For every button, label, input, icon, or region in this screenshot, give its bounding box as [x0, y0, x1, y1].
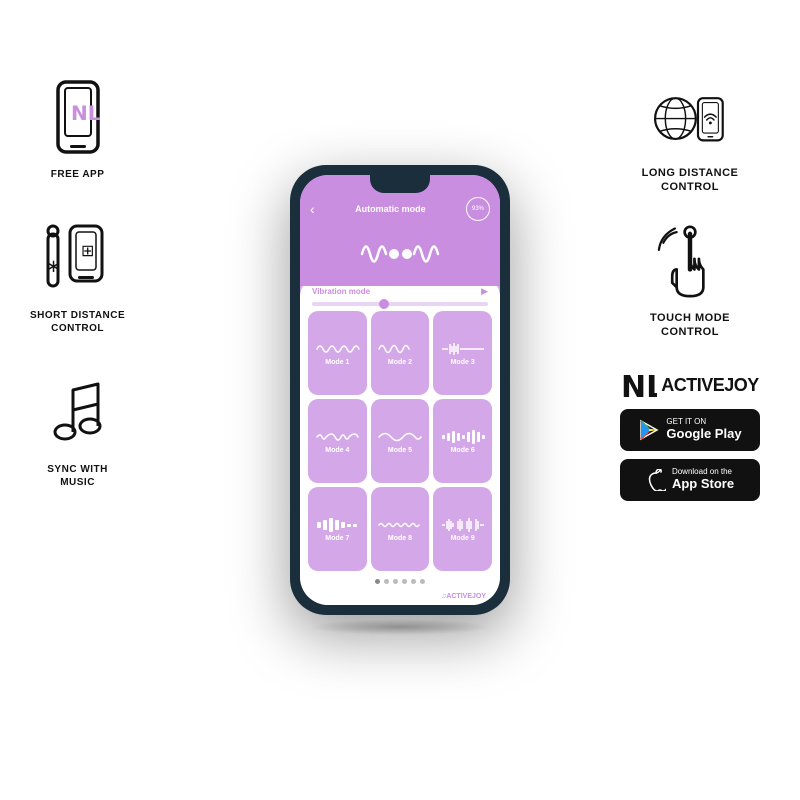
google-play-text: GET IT ON Google Play [666, 418, 741, 442]
phone-outer: ‹ Automatic mode 93% [290, 165, 510, 615]
brand-store-section: 𝗡𝗟 ACTIVEJOY GET IT ON Google Play [620, 369, 760, 501]
dot-2 [384, 579, 389, 584]
battery-indicator: 93% [466, 197, 490, 221]
music-icon [38, 375, 118, 455]
mode-4-button[interactable]: Mode 4 [308, 399, 367, 483]
left-features: 𝗡𝗟 FREE APP ∗ [30, 80, 125, 489]
svg-text:𝗡𝗟: 𝗡𝗟 [621, 371, 657, 401]
phone-brand-label: ♫ACTIVEJOY [308, 592, 492, 601]
mode-9-button[interactable]: Mode 9 [433, 487, 492, 571]
page: 𝗡𝗟 FREE APP ∗ [0, 0, 800, 800]
mode-6-button[interactable]: Mode 6 [433, 399, 492, 483]
touch-mode-icon [650, 225, 730, 305]
phone-shadow [310, 619, 490, 635]
vibration-mode-row: Vibration mode ▶ [308, 286, 492, 297]
modes-grid: Mode 1 Mode 2 [308, 311, 492, 571]
app-store-button[interactable]: Download on the App Store [620, 459, 760, 501]
mode-3-button[interactable]: Mode 3 [433, 311, 492, 395]
right-features: LONG DISTANCECONTROL TOUCH MODECONTR [600, 80, 780, 501]
dot-1 [375, 579, 380, 584]
svg-text:𝗡𝗟: 𝗡𝗟 [71, 103, 101, 125]
mode-8-button[interactable]: Mode 8 [371, 487, 430, 571]
brand-name: ACTIVEJOY [661, 375, 759, 396]
feature-sync-music: SYNC WITHMUSIC [38, 375, 118, 489]
phone-mockup: ‹ Automatic mode 93% [290, 165, 510, 635]
screen-title: Automatic mode [355, 204, 426, 214]
feature-long-distance: LONG DISTANCECONTROL [600, 80, 780, 195]
hero-vibration-icon [310, 227, 490, 286]
activejoy-logo: 𝗡𝗟 ACTIVEJOY [621, 369, 759, 401]
back-button[interactable]: ‹ [310, 201, 315, 217]
slider-thumb[interactable] [379, 299, 389, 309]
globe-phone-icon [650, 80, 730, 160]
phone-screen: ‹ Automatic mode 93% [300, 175, 500, 605]
mode-7-button[interactable]: Mode 7 [308, 487, 367, 571]
phone-notch [370, 175, 430, 193]
long-distance-label: LONG DISTANCECONTROL [642, 166, 739, 195]
app-store-text: Download on the App Store [672, 468, 734, 492]
dot-4 [402, 579, 407, 584]
feature-free-app: 𝗡𝗟 FREE APP [38, 80, 118, 181]
dot-3 [393, 579, 398, 584]
mode-5-button[interactable]: Mode 5 [371, 399, 430, 483]
feature-touch-mode: TOUCH MODECONTROL [600, 225, 780, 340]
mode-2-button[interactable]: Mode 2 [371, 311, 430, 395]
dot-5 [411, 579, 416, 584]
page-dots [308, 576, 492, 587]
feature-short-distance: ∗ ⊞ SHORT DISTANCECONTROL [30, 221, 125, 335]
free-app-icon: 𝗡𝗟 [38, 80, 118, 160]
free-app-label: FREE APP [51, 168, 105, 181]
mode-1-button[interactable]: Mode 1 [308, 311, 367, 395]
svg-text:⊞: ⊞ [81, 243, 94, 260]
google-play-button[interactable]: GET IT ON Google Play [620, 409, 760, 451]
vibration-slider[interactable] [312, 302, 488, 306]
short-distance-label: SHORT DISTANCECONTROL [30, 309, 125, 335]
dot-6 [420, 579, 425, 584]
touch-mode-label: TOUCH MODECONTROL [650, 311, 730, 340]
svg-text:∗: ∗ [46, 256, 61, 276]
play-button[interactable]: ▶ [481, 286, 488, 297]
bluetooth-phone-icon: ∗ ⊞ [38, 221, 118, 301]
sync-music-label: SYNC WITHMUSIC [47, 463, 108, 489]
